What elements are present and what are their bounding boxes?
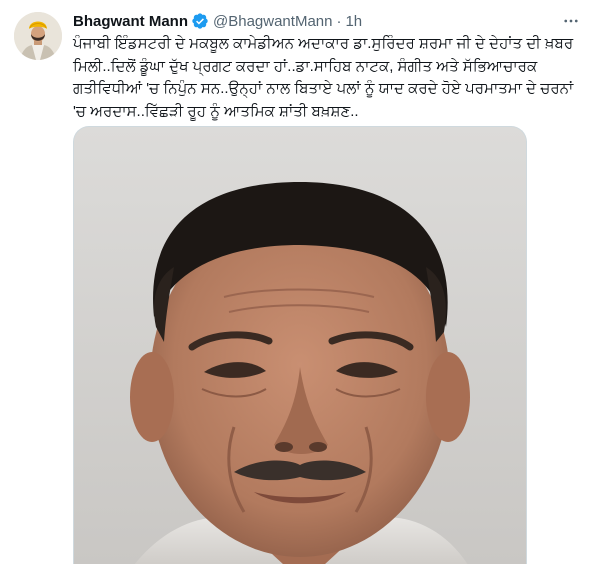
tweet-text: ਪੰਜਾਬੀ ਇੰਡਸਟਰੀ ਦੇ ਮਕਬੂਲ ਕਾਮੇਡੀਅਨ ਅਦਾਕਾਰ … bbox=[73, 35, 574, 120]
separator-dot: · bbox=[336, 12, 342, 30]
verified-badge-icon bbox=[191, 12, 209, 30]
more-horizontal-icon[interactable] bbox=[560, 10, 582, 32]
avatar-image bbox=[14, 12, 62, 60]
tweet-photo[interactable] bbox=[73, 126, 527, 564]
photo-portrait bbox=[74, 127, 526, 564]
avatar[interactable] bbox=[14, 12, 62, 60]
tweet-header: Bhagwant Mann @BhagwantMann · 1h bbox=[73, 11, 362, 31]
tweet: Bhagwant Mann @BhagwantMann · 1h ਪੰਜਾਬੀ … bbox=[0, 0, 596, 564]
author-handle[interactable]: @BhagwantMann bbox=[213, 13, 332, 30]
author-display-name[interactable]: Bhagwant Mann bbox=[73, 13, 188, 30]
tweet-timestamp[interactable]: 1h bbox=[345, 13, 362, 30]
